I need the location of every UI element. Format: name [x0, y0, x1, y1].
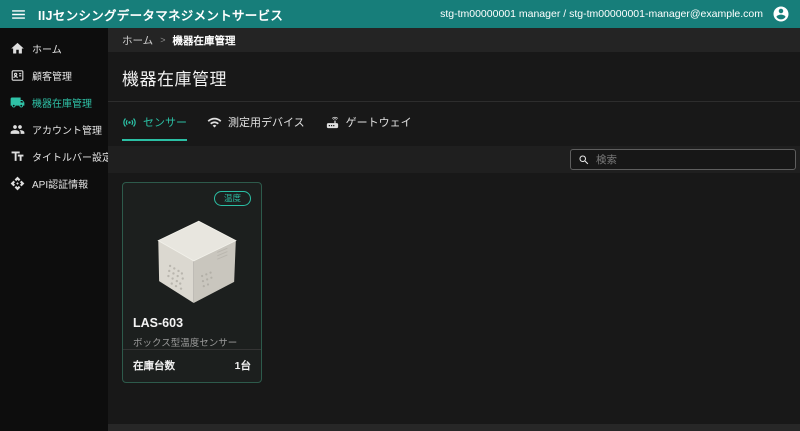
tab-label: 測定用デバイス: [228, 114, 305, 130]
card-grid: 温度: [108, 173, 800, 431]
sidebar-item-label: ホーム: [32, 41, 62, 56]
account-circle-icon[interactable]: [772, 5, 790, 23]
horizontal-scrollbar[interactable]: [108, 424, 800, 431]
tab-measurement-device[interactable]: 測定用デバイス: [207, 114, 305, 141]
breadcrumb-current: 機器在庫管理: [172, 33, 235, 48]
sidebar-item-titlebar-settings[interactable]: タイトルバー設定: [0, 143, 108, 170]
breadcrumb-home[interactable]: ホーム: [122, 33, 153, 48]
main-content: ホーム > 機器在庫管理 機器在庫管理 センサー 測定用デ: [108, 28, 800, 431]
stock-label: 在庫台数: [133, 358, 175, 373]
tab-sensor[interactable]: センサー: [122, 114, 187, 141]
tab-gateway[interactable]: ゲートウェイ: [325, 114, 412, 141]
sidebar-item-label: API認証情報: [32, 176, 88, 191]
tab-bar: センサー 測定用デバイス ゲートウェイ: [108, 102, 800, 141]
user-info-text: stg-tm00000001 manager / stg-tm00000001-…: [440, 8, 763, 20]
api-icon: [10, 176, 25, 191]
sidebar-nav: ホーム 顧客管理 機器在庫管理: [0, 28, 108, 431]
truck-icon: [10, 95, 25, 110]
hamburger-menu-icon[interactable]: [10, 6, 27, 23]
sidebar-item-label: タイトルバー設定: [32, 149, 112, 164]
contacts-icon: [10, 68, 25, 83]
tab-label: ゲートウェイ: [346, 114, 412, 130]
router-icon: [325, 115, 340, 130]
home-icon: [10, 41, 25, 56]
tab-label: センサー: [143, 114, 187, 130]
temperature-badge: 温度: [214, 191, 251, 206]
sidebar-item-accounts[interactable]: アカウント管理: [0, 116, 108, 143]
topbar: IIJセンシングデータマネジメントサービス stg-tm00000001 man…: [0, 0, 800, 28]
device-description: ボックス型温度センサー: [133, 335, 251, 349]
sidebar-item-api-credentials[interactable]: API認証情報: [0, 170, 108, 197]
stock-row: 在庫台数 1台: [123, 349, 261, 373]
device-photo: [133, 208, 251, 312]
sidebar-item-device-inventory[interactable]: 機器在庫管理: [0, 89, 108, 116]
wifi-icon: [207, 115, 222, 130]
sidebar-item-home[interactable]: ホーム: [0, 35, 108, 62]
text-fields-icon: [10, 149, 25, 164]
sidebar-item-label: アカウント管理: [32, 122, 102, 137]
search-input[interactable]: [596, 154, 788, 166]
search-box: [570, 149, 796, 170]
device-card-las-603[interactable]: 温度: [122, 182, 262, 383]
app-title: IIJセンシングデータマネジメントサービス: [38, 5, 283, 24]
search-icon: [578, 154, 590, 166]
filter-toolbar: [108, 146, 800, 173]
sensors-icon: [122, 115, 137, 130]
stock-value: 1台: [235, 358, 251, 373]
page-title: 機器在庫管理: [122, 65, 786, 90]
sidebar-item-label: 顧客管理: [32, 68, 72, 83]
device-name: LAS-603: [133, 316, 251, 330]
sidebar-item-label: 機器在庫管理: [32, 95, 92, 110]
group-icon: [10, 122, 25, 137]
breadcrumb: ホーム > 機器在庫管理: [108, 28, 800, 52]
app-window: IIJセンシングデータマネジメントサービス stg-tm00000001 man…: [0, 0, 800, 431]
breadcrumb-separator: >: [160, 35, 165, 45]
sidebar-item-customers[interactable]: 顧客管理: [0, 62, 108, 89]
